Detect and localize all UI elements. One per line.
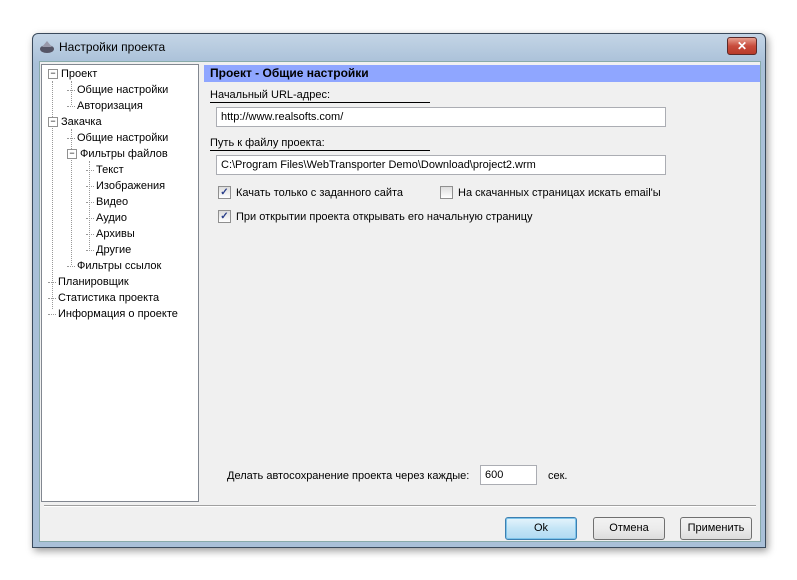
checkbox-label: На скачанных страницах искать email'ы [458,186,661,199]
apply-button[interactable]: Применить [680,517,752,540]
tree-item-label: Аудио [96,212,128,224]
tree-item[interactable]: Видео [86,194,128,210]
tree-connector [67,105,75,107]
collapse-icon[interactable]: − [48,69,58,80]
tree-connector [86,217,94,219]
window-title: Настройки проекта [59,40,166,54]
cancel-button[interactable]: Отмена [593,517,665,540]
tree-connector [86,185,94,187]
collapse-icon[interactable]: − [48,117,58,128]
checkbox-box[interactable]: ✓ [218,186,231,199]
tree-item-label: Фильтры файлов [80,148,168,160]
tree-item-label: Информация о проекте [58,308,178,320]
tree-item-label: Проект [61,68,98,80]
app-icon [40,41,54,53]
tree-item-label: Фильтры ссылок [77,260,162,272]
checkbox-label: Качать только с заданного сайта [236,186,404,199]
tree-item-label: Изображения [96,180,166,192]
tree-item-label: Авторизация [77,100,143,112]
tree-connector [48,297,56,299]
same-site-checkbox[interactable]: ✓ Качать только с заданного сайта [218,186,403,199]
dialog-client: − Проект Общие настройки Авторизация − Закачк… [39,61,761,542]
search-emails-checkbox[interactable]: На скачанных страницах искать email'ы [440,186,661,199]
tree-item-label: Закачка [61,116,102,128]
tree-item-label: Другие [96,244,132,256]
open-start-page-checkbox[interactable]: ✓ При открытии проекта открывать его нача… [218,210,533,223]
tree-item[interactable]: Планировщик [48,274,129,290]
panel-header: Проект - Общие настройки [204,65,760,82]
tree-item-label: Общие настройки [77,84,169,96]
tree-item[interactable]: Другие [86,242,131,258]
tree-connector [48,281,56,283]
checkbox-box[interactable]: ✓ [218,210,231,223]
checkbox-box[interactable] [440,186,453,199]
tree-connector [86,249,94,251]
title-bar[interactable]: Настройки проекта ✕ [33,34,765,60]
tree-item[interactable]: Авторизация [67,98,143,114]
tree-connector [86,169,94,171]
start-url-input[interactable]: http://www.realsofts.com/ [216,107,666,127]
tree-item[interactable]: Текст [86,162,124,178]
tree-connector [67,265,75,267]
tree-item-label: Архивы [96,228,135,240]
ok-button[interactable]: Ok [505,517,577,540]
collapse-icon[interactable]: − [67,149,77,160]
tree-item[interactable]: Статистика проекта [48,290,159,306]
tree-item[interactable]: − Закачка [48,114,102,130]
tree-item-label: Статистика проекта [58,292,160,304]
tree-item[interactable]: Изображения [86,178,165,194]
project-path-input[interactable]: C:\Program Files\WebTransporter Demo\Dow… [216,155,666,175]
tree-item-label: Планировщик [58,276,129,288]
tree-item-label: Текст [96,164,124,176]
autosave-unit: сек. [548,470,568,482]
settings-dialog: Настройки проекта ✕ − Проект Общие настрой… [32,33,766,548]
tree-connector [48,313,56,315]
url-label: Начальный URL-адрес: [210,89,330,101]
tree-item[interactable]: Фильтры ссылок [67,258,161,274]
tree-item-label: Общие настройки [77,132,169,144]
tree-item-label: Видео [96,196,129,208]
tree-connector [67,137,75,139]
settings-tree[interactable]: − Проект Общие настройки Авторизация − Закачк… [41,64,199,502]
tree-item[interactable]: Общие настройки [67,82,168,98]
tree-item[interactable]: Информация о проекте [48,306,178,322]
checkbox-label: При открытии проекта открывать его начал… [236,210,533,223]
tree-item[interactable]: Общие настройки [67,130,168,146]
tree-connector [86,201,94,203]
tree-item[interactable]: − Проект [48,66,97,82]
tree-connector [86,233,94,235]
divider [44,505,756,507]
autosave-interval-input[interactable]: 600 [480,465,537,485]
tree-item[interactable]: Архивы [86,226,135,242]
autosave-label: Делать автосохранение проекта через кажд… [227,470,470,482]
close-button[interactable]: ✕ [727,37,757,55]
tree-item[interactable]: Аудио [86,210,127,226]
tree-item[interactable]: − Фильтры файлов [67,146,168,162]
path-label: Путь к файлу проекта: [210,137,325,149]
tree-connector [67,89,75,91]
